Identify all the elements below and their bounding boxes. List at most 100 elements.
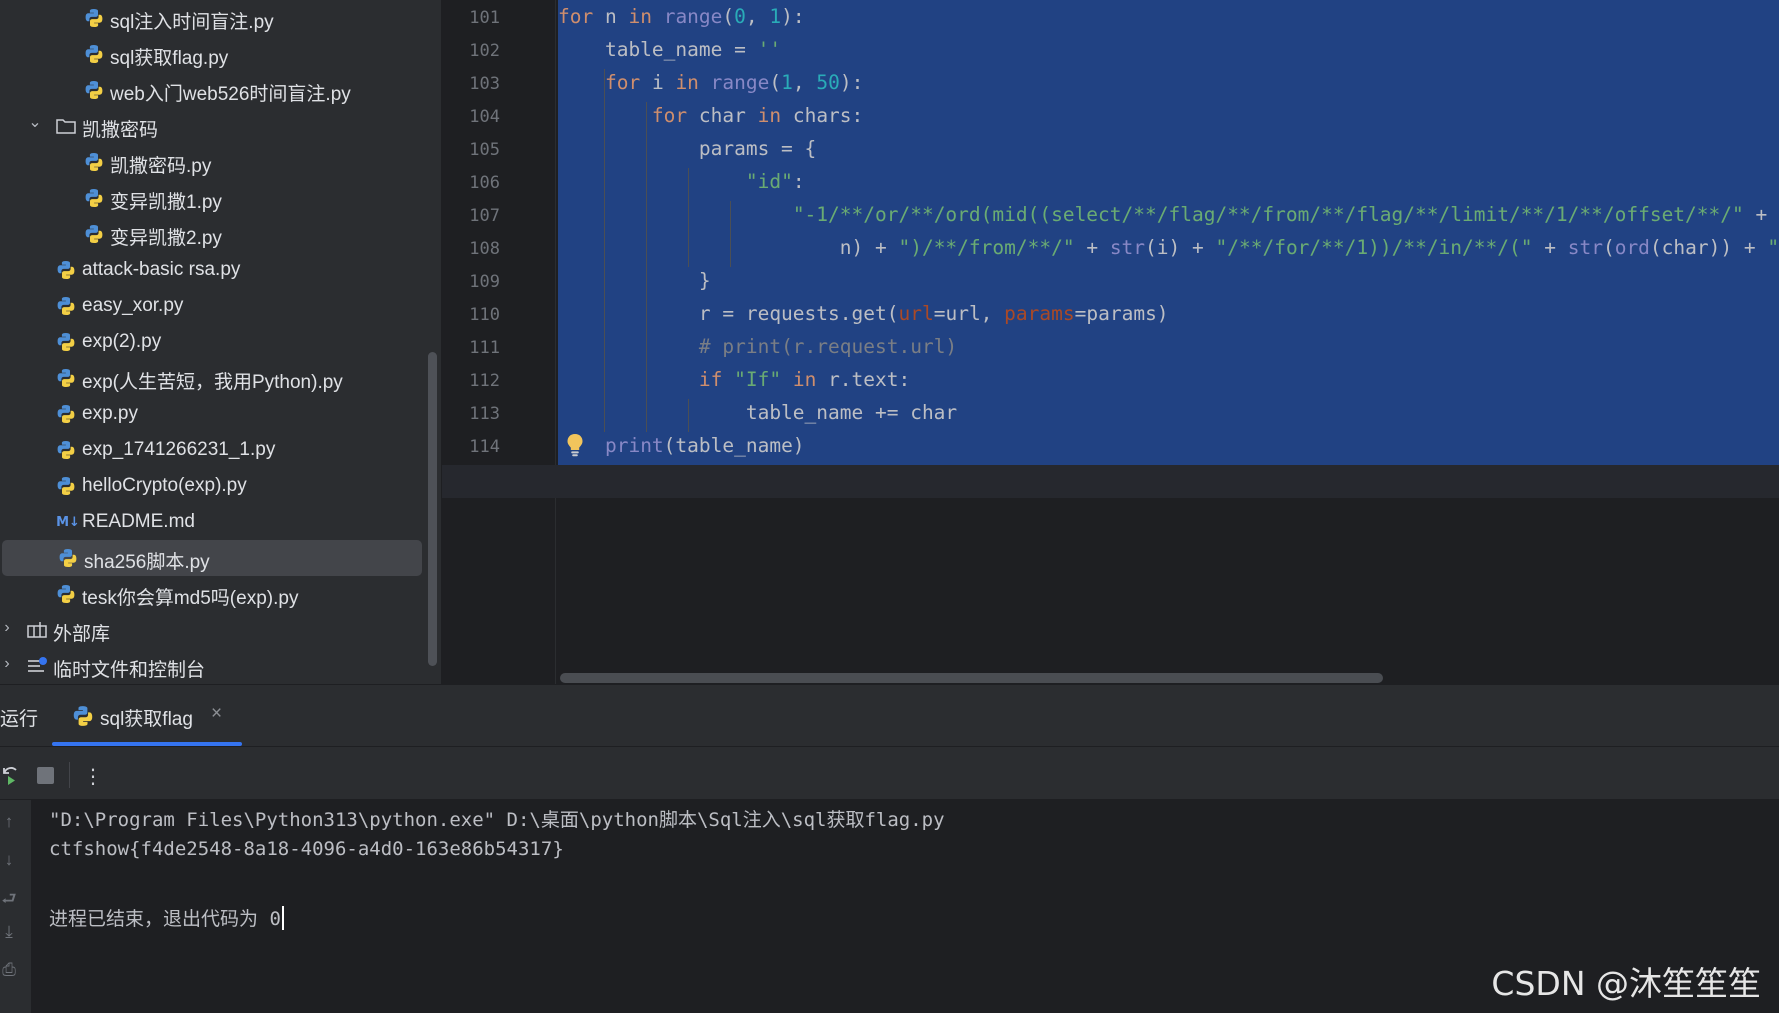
python-file-icon	[57, 547, 79, 569]
tree-item-label: helloCrypto(exp).py	[82, 475, 247, 496]
markdown-file-icon: M↓	[56, 514, 80, 530]
chevron-down-icon[interactable]: ⌄	[28, 112, 42, 132]
line-number: 114	[469, 437, 500, 457]
toolbar-separator	[0, 746, 1779, 747]
tree-item[interactable]: sha256脚本.py	[2, 540, 422, 576]
tree-item-label: exp.py	[82, 403, 138, 424]
python-file-icon	[73, 706, 93, 726]
tree-item[interactable]: helloCrypto(exp).py	[0, 468, 423, 504]
horizontal-scrollbar[interactable]	[560, 673, 1383, 683]
chevron-right-icon[interactable]: ›	[0, 619, 14, 637]
text-caret	[281, 906, 284, 930]
current-line-highlight	[442, 465, 1779, 498]
line-number: 108	[469, 239, 500, 259]
stop-button[interactable]	[34, 764, 56, 788]
tree-scrollbar[interactable]	[428, 352, 437, 666]
line-number: 104	[469, 107, 500, 127]
code-line[interactable]: # print(r.request.url)	[558, 330, 957, 363]
code-line[interactable]: r = requests.get(url=url, params=params)	[558, 297, 1169, 330]
line-number-gutter[interactable]: 101 102 103 104 105 106 107 108 109 110 111 112 113 1…	[442, 0, 556, 684]
lightbulb-icon[interactable]	[566, 433, 584, 457]
tree-item[interactable]: sql获取flag.py	[0, 36, 423, 72]
tree-item-label: 变异凯撒1.py	[110, 192, 222, 213]
tree-item-label: README.md	[82, 511, 195, 532]
toolbar-divider	[69, 762, 70, 788]
tree-item[interactable]: 凯撒密码.py	[0, 144, 423, 180]
code-line[interactable]: "-1/**/or/**/ord(mid((select/**/flag/**/…	[558, 198, 1779, 231]
arrow-down-icon[interactable]: ↓	[0, 850, 18, 870]
watermark: CSDN @沐笙笙笙	[1491, 964, 1761, 1003]
python-file-icon	[83, 7, 105, 29]
tree-item[interactable]: M↓ README.md	[0, 504, 423, 540]
line-number: 113	[469, 404, 500, 424]
tree-item[interactable]: exp(人生苦短，我用Python).py	[0, 360, 423, 396]
rerun-icon	[3, 767, 17, 785]
python-file-icon	[83, 187, 105, 209]
soft-wrap-icon[interactable]: ⮐	[0, 886, 18, 915]
python-file-icon	[55, 331, 77, 353]
code-line[interactable]: table_name += char	[558, 396, 957, 429]
tree-item-label: web入门web526时间盲注.py	[110, 84, 351, 105]
python-file-icon	[55, 403, 77, 425]
code-line[interactable]: for n in range(0, 1):	[558, 0, 805, 33]
tree-item[interactable]: › 外部库	[0, 612, 423, 648]
scroll-to-end-icon[interactable]: ⤓	[0, 922, 18, 942]
tree-item[interactable]: exp(2).py	[0, 324, 423, 360]
tree-item[interactable]: ⌄ 凯撒密码	[0, 108, 423, 144]
tree-item[interactable]: web入门web526时间盲注.py	[0, 72, 423, 108]
line-number: 102	[469, 41, 500, 61]
code-line[interactable]: print(table_name)	[558, 429, 805, 462]
code-editor[interactable]: 101 102 103 104 105 106 107 108 109 110 111 112 113 1…	[442, 0, 1779, 684]
tree-item[interactable]: attack-basic rsa.py	[0, 252, 423, 288]
indent-guide	[604, 69, 605, 432]
python-file-icon	[55, 367, 77, 389]
tree-item-label: attack-basic rsa.py	[82, 259, 241, 280]
chevron-right-icon[interactable]: ›	[0, 655, 14, 673]
line-number: 106	[469, 173, 500, 193]
indent-guide	[730, 201, 731, 267]
indent-guide	[646, 102, 647, 432]
tree-item-label: 凯撒密码	[82, 120, 159, 141]
code-line[interactable]: if "If" in r.text:	[558, 363, 910, 396]
console-line: "D:\Program Files\Python313\python.exe" …	[49, 809, 945, 831]
tree-item[interactable]: exp.py	[0, 396, 423, 432]
line-number: 103	[469, 74, 500, 94]
tree-item[interactable]: 变异凯撒1.py	[0, 180, 423, 216]
run-tab-label: sql获取flag	[100, 709, 193, 730]
run-panel-title: 运行	[0, 709, 39, 730]
code-line[interactable]: table_name = ''	[558, 33, 781, 66]
code-line[interactable]: n) + ")/**/from/**/" + str(i) + "/**/for…	[558, 231, 1779, 264]
tree-item-label: exp(2).py	[82, 331, 162, 352]
tree-item[interactable]: tesk你会算md5吗(exp).py	[0, 576, 423, 612]
close-icon[interactable]: ×	[211, 703, 222, 725]
tree-item[interactable]: sql注入时间盲注.py	[0, 0, 423, 36]
print-icon[interactable]: ⎙	[0, 960, 18, 980]
tree-item-label: sql获取flag.py	[110, 48, 229, 69]
more-options-button[interactable]: ⋮	[82, 764, 104, 788]
code-line[interactable]: }	[558, 264, 711, 297]
stop-icon	[36, 767, 54, 784]
tree-item-label: exp(人生苦短，我用Python).py	[82, 372, 343, 393]
code-line[interactable]: "id":	[558, 165, 805, 198]
tree-item[interactable]: easy_xor.py	[0, 288, 423, 324]
tree-item-label: 外部库	[53, 624, 111, 645]
line-number: 109	[469, 272, 500, 292]
arrow-up-icon[interactable]: ↑	[0, 812, 18, 832]
tree-item[interactable]: 变异凯撒2.py	[0, 216, 423, 252]
line-number: 105	[469, 140, 500, 160]
tree-item-label: sha256脚本.py	[84, 552, 210, 573]
tree-item-label: 凯撒密码.py	[110, 156, 212, 177]
python-file-icon	[55, 295, 77, 317]
folder-icon	[55, 115, 77, 137]
tree-item[interactable]: exp_1741266231_1.py	[0, 432, 423, 468]
run-tab-sql-flag[interactable]: sql获取flag ×	[52, 684, 242, 746]
rerun-button[interactable]	[0, 764, 22, 788]
external-libraries-icon	[26, 619, 48, 641]
python-file-icon	[83, 79, 105, 101]
console-side-toolbar: ↑ ↓ ⮐ ⤓ ⎙	[0, 800, 31, 1013]
code-line[interactable]: params = {	[558, 132, 816, 165]
indent-guide	[688, 399, 689, 432]
indent-guide	[688, 168, 689, 267]
project-tree: sql注入时间盲注.py sql获取flag.py web入门web526时间盲注.…	[0, 0, 441, 684]
tree-item[interactable]: › 临时文件和控制台	[0, 648, 423, 684]
